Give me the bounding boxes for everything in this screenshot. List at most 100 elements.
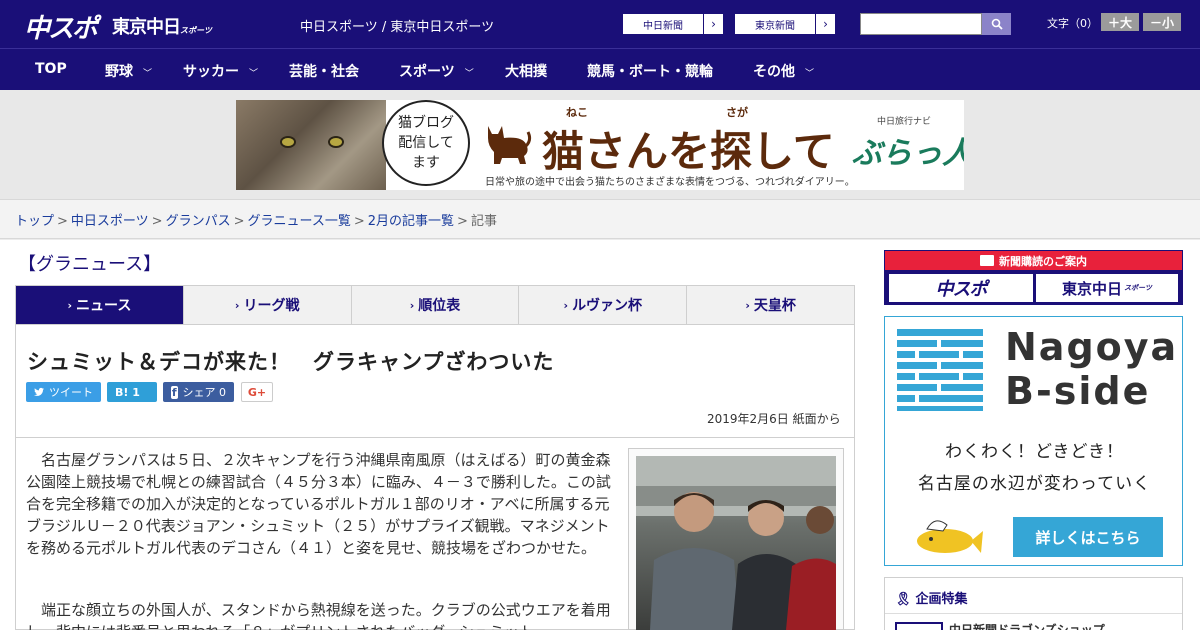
chevron-right-icon: › xyxy=(745,298,750,312)
font-bigger-button[interactable]: ＋大 xyxy=(1101,13,1139,31)
chevron-right-icon: › xyxy=(409,298,415,312)
facebook-share-button[interactable]: f シェア 0 xyxy=(163,382,234,402)
nav-item-sumo[interactable]: 大相撲 xyxy=(505,61,547,81)
chevron-right-icon: › xyxy=(703,14,723,34)
divider xyxy=(885,613,1182,614)
nav-item-top[interactable]: TOP xyxy=(35,61,67,77)
feature-section: 🎗 企画特集 中日新聞ドラゴンズショップ xyxy=(884,577,1183,630)
breadcrumb-separator: > xyxy=(233,214,245,229)
chevron-down-icon: ﹀ xyxy=(464,69,474,79)
category-tabs: › ニュース › リーグ戦 › 順位表 › ルヴァン杯 › 天皇杯 xyxy=(15,285,855,325)
subscribe-chuspo-logo[interactable]: 中スポ xyxy=(889,274,1033,302)
nav-item-label: その他 xyxy=(753,64,795,80)
banner-title: 猫さんを探して xyxy=(542,127,835,176)
breadcrumb-link[interactable]: グラニュース一覧 xyxy=(248,214,351,229)
font-smaller-button[interactable]: －小 xyxy=(1143,13,1181,31)
fish-mascot-icon xyxy=(917,520,983,553)
breadcrumb-link[interactable]: 中日スポーツ xyxy=(71,214,149,229)
newspaper-icon xyxy=(980,255,994,266)
speech-bubble: 猫ブログ配信してます xyxy=(382,100,470,186)
nav-item-label: スポーツ xyxy=(399,64,455,80)
chevron-down-icon: ﹀ xyxy=(249,69,259,79)
nagoya-bside-ad[interactable]: Nagoya B-side わくわく！どきどき！ 名古屋の水辺が変わっていく 詳し… xyxy=(884,316,1183,566)
banner-subtitle: 日常や旅の途中で出会う猫たちのさまざまな表情をつづる、つれづれダイアリー。 xyxy=(485,177,855,188)
subscription-box[interactable]: 新聞購読のご案内 中スポ 東京中日 スポーツ xyxy=(884,250,1183,305)
font-size-label: 文字（0） xyxy=(1047,17,1098,30)
tab-label: 順位表 xyxy=(418,298,461,314)
chevron-down-icon: ﹀ xyxy=(143,69,153,79)
tokyo-chunichi-logo[interactable]: 東京中日スポーツ xyxy=(112,13,212,39)
nav-item-soccer[interactable]: サッカー ﹀ xyxy=(183,61,258,81)
site-header: 中スポ 東京中日スポーツ 中日スポーツ / 東京中日スポーツ 中日新聞 › 東京… xyxy=(0,0,1200,48)
google-plus-button[interactable]: G+ xyxy=(241,382,273,402)
tab-label: ニュース xyxy=(76,298,132,314)
twitter-icon xyxy=(34,387,44,396)
tab-standings[interactable]: › 順位表 xyxy=(352,286,520,324)
feature-thumbnail[interactable] xyxy=(895,622,943,630)
feature-section-title: 企画特集 xyxy=(915,592,968,607)
brand-label: 中日旅行ナビ xyxy=(877,117,932,127)
breadcrumb: トップ > 中日スポーツ > グランパス > グラニュース一覧 >2月の記事一覧 > 記事 xyxy=(0,200,1200,239)
cat-blog-banner[interactable]: 猫ブログ配信してます ねこ さが 猫さんを探して 日常や旅の途中で出会う猫たちの… xyxy=(236,100,964,190)
subscribe-tokyo-chunichi-logo[interactable]: 東京中日 スポーツ xyxy=(1036,274,1178,302)
nav-item-racing[interactable]: 競馬・ボート・競輪 xyxy=(587,61,713,81)
tab-levain-cup[interactable]: › ルヴァン杯 xyxy=(519,286,688,324)
tab-news[interactable]: › ニュース xyxy=(16,286,184,324)
article-photo[interactable] xyxy=(636,456,836,630)
breadcrumb-separator: > xyxy=(457,214,468,229)
tab-label: ルヴァン杯 xyxy=(572,298,643,314)
article-paragraph: 名古屋グランパスは５日、２次キャンプを行う沖縄県南風原（はえばる）町の黄金森公園… xyxy=(26,451,611,557)
chevron-down-icon: ﹀ xyxy=(805,69,815,79)
breadcrumb-current: 記事 xyxy=(470,214,497,229)
search-icon xyxy=(991,18,1003,30)
tokyo-shimbun-link[interactable]: 東京新聞 › xyxy=(734,13,836,35)
nagoya-bside-tagline: 名古屋の水辺が変わっていく xyxy=(917,474,1152,494)
feature-section-header: 🎗 企画特集 xyxy=(895,588,968,607)
nav-item-other[interactable]: その他 ﹀ xyxy=(753,61,814,81)
chuspo-logo[interactable]: 中スポ xyxy=(24,8,98,45)
article-date: 2019年2月6日 紙面から xyxy=(707,412,841,426)
breadcrumb-link[interactable]: 2月の記事一覧 xyxy=(368,214,454,229)
main-nav: TOP 野球 ﹀ サッカー ﹀ 芸能・社会 スポーツ ﹀ 大相撲 競馬・ボート・競輪 … xyxy=(0,48,1200,90)
hatena-bookmark-button[interactable]: B! 1 xyxy=(107,382,157,402)
tokyo-chunichi-logo-sub: スポーツ xyxy=(180,26,212,35)
nagoya-bside-title: Nagoya B-side xyxy=(1005,325,1178,413)
breadcrumb-separator: > xyxy=(353,214,365,229)
article-photo-image xyxy=(636,456,836,630)
chevron-right-icon: › xyxy=(67,298,73,312)
chunichi-shimbun-link[interactable]: 中日新聞 › xyxy=(622,13,724,35)
chevron-right-icon: › xyxy=(815,14,835,34)
tab-emperors-cup[interactable]: › 天皇杯 xyxy=(687,286,854,324)
search-input[interactable] xyxy=(860,13,982,35)
site-name: 中日スポーツ / 東京中日スポーツ xyxy=(300,20,495,35)
subscribe-tokyo-chunichi-text: 東京中日 xyxy=(1062,279,1123,298)
breadcrumb-link[interactable]: グランパス xyxy=(166,214,231,229)
nav-item-label: TOP xyxy=(35,61,67,77)
chevron-right-icon: › xyxy=(234,298,240,312)
tweet-button[interactable]: ツイート xyxy=(26,382,101,402)
nav-item-label: 大相撲 xyxy=(505,64,547,80)
cat-eye xyxy=(328,136,344,148)
tab-label: リーグ戦 xyxy=(243,298,300,314)
nav-item-baseball[interactable]: 野球 ﹀ xyxy=(105,61,152,81)
nav-item-entertainment[interactable]: 芸能・社会 xyxy=(289,61,359,81)
chevron-right-icon: › xyxy=(563,298,569,312)
subscription-title: 新聞購読のご案内 xyxy=(999,254,1087,268)
chunichi-shimbun-label: 中日新聞 xyxy=(643,20,683,32)
search-button[interactable] xyxy=(982,13,1011,35)
ribbon-icon: 🎗 xyxy=(895,592,912,607)
feature-item-link[interactable]: 中日新聞ドラゴンズショップ xyxy=(949,621,1105,630)
nav-item-sports[interactable]: スポーツ ﹀ xyxy=(399,61,474,81)
article-paragraph: 端正な顔立ちの外国人が、スタンドから熱視線を送った。クラブの公式ウエアを着用し、… xyxy=(26,601,611,630)
nav-item-label: サッカー xyxy=(183,64,239,80)
speech-bubble-text: 猫ブログ配信してます xyxy=(398,115,454,171)
breadcrumb-link[interactable]: トップ xyxy=(15,214,54,229)
breadcrumb-separator: > xyxy=(151,214,163,229)
tokyo-chunichi-logo-text: 東京中日 xyxy=(112,17,181,38)
cat-eye xyxy=(280,136,296,148)
subscribe-tokyo-chunichi-sub: スポーツ xyxy=(1124,284,1152,292)
nav-item-label: 野球 xyxy=(105,64,133,80)
nagoya-details-button[interactable]: 詳しくはこちら xyxy=(1013,517,1163,557)
tab-league[interactable]: › リーグ戦 xyxy=(184,286,352,324)
google-plus-icon: G+ xyxy=(247,385,267,399)
